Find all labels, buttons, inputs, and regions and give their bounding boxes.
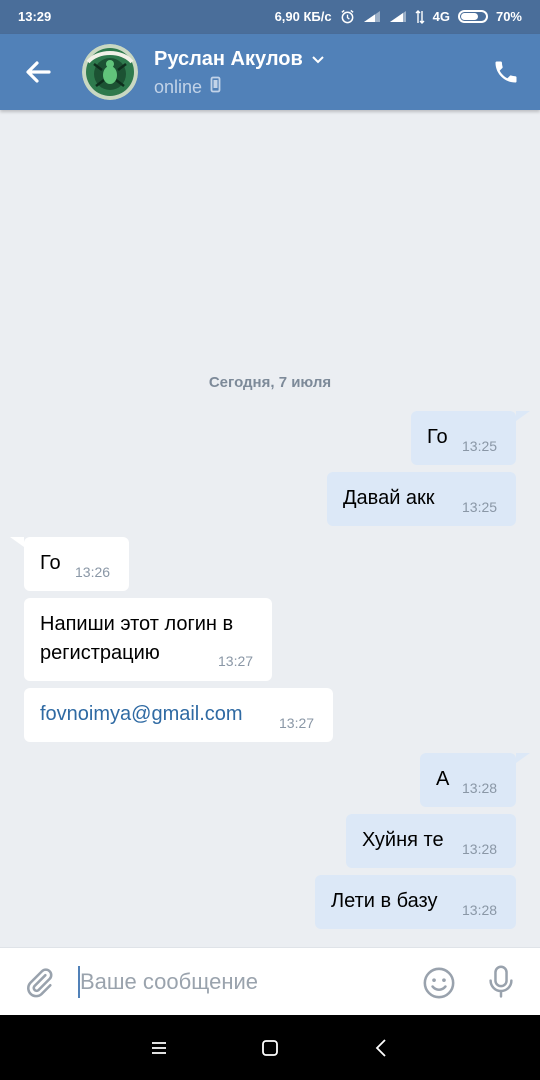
battery-level	[460, 13, 478, 20]
bubble-tail	[10, 537, 24, 547]
message-time: 13:28	[462, 780, 498, 796]
battery-percent: 70%	[495, 9, 522, 24]
status-bar: 13:29 6,90 КБ/с 4G 70%	[0, 0, 540, 34]
network-speed: 6,90 КБ/с	[274, 9, 332, 24]
contact-name-row[interactable]: Руслан Акулов	[154, 48, 325, 71]
alarm-icon	[340, 9, 355, 24]
date-separator: Сегодня, 7 июля	[208, 374, 332, 391]
message-bubble-incoming[interactable]: Напиши этот логин в регистрацию 13:27	[24, 598, 272, 681]
message-text: Го	[427, 426, 448, 448]
battery-icon	[457, 10, 488, 23]
contact-name[interactable]: Руслан Акулов	[154, 48, 303, 71]
message-text: Го	[40, 552, 61, 574]
message-text: Хуйня те	[362, 829, 444, 851]
message-text: Лети в базу	[331, 890, 438, 912]
message-bubble-outgoing[interactable]: Го 13:25	[411, 411, 516, 465]
message-composer	[0, 947, 540, 1015]
data-transfer-icon	[415, 9, 425, 24]
mobile-phone-icon	[210, 76, 221, 98]
message-text: Давай акк	[343, 487, 435, 509]
bubble-tail	[516, 753, 530, 763]
message-time: 13:28	[462, 841, 498, 857]
message-bubble-outgoing[interactable]: Лети в базу 13:28	[315, 875, 516, 929]
phone-icon[interactable]	[492, 58, 520, 86]
back-triangle-icon[interactable]	[369, 1035, 395, 1061]
message-text: А	[436, 768, 450, 790]
message-bubble-outgoing[interactable]: А 13:28	[420, 753, 516, 807]
contact-status-row: online	[154, 76, 221, 98]
signal-icon	[363, 10, 381, 23]
email-link[interactable]: fovnoimya@gmail.com	[40, 703, 243, 726]
message-text-line: Напиши этот логин в	[40, 613, 234, 635]
message-time: 13:25	[462, 438, 498, 454]
system-navigation-bar	[0, 1015, 540, 1080]
contact-status: online	[154, 76, 203, 97]
message-time: 13:26	[75, 564, 111, 580]
message-time: 13:28	[462, 902, 498, 918]
message-bubble-outgoing[interactable]: Хуйня те 13:28	[346, 814, 516, 868]
message-bubble-incoming[interactable]: Го 13:26	[24, 537, 129, 591]
message-text-line: регистрацию	[40, 642, 160, 664]
paperclip-icon[interactable]	[22, 966, 56, 1000]
menu-icon[interactable]	[146, 1035, 172, 1061]
home-square-icon[interactable]	[257, 1035, 283, 1061]
message-time: 13:25	[462, 499, 498, 515]
message-time: 13:27	[218, 653, 254, 669]
message-time: 13:27	[279, 715, 315, 731]
smiley-icon[interactable]	[422, 966, 456, 1000]
status-time: 13:29	[18, 9, 52, 24]
chat-header: Руслан Акулов online	[0, 34, 540, 110]
signal-icon	[389, 10, 407, 23]
message-bubble-incoming[interactable]: fovnoimya@gmail.com 13:27	[24, 688, 333, 742]
microphone-icon[interactable]	[484, 964, 518, 1000]
chevron-down-icon[interactable]	[311, 48, 325, 71]
arrow-left-icon[interactable]	[22, 58, 56, 86]
message-input[interactable]	[80, 964, 400, 1000]
bubble-tail	[516, 411, 530, 421]
message-bubble-outgoing[interactable]: Давай акк 13:25	[327, 472, 516, 526]
avatar[interactable]	[82, 44, 138, 100]
status-indicators: 6,90 КБ/с 4G 70%	[275, 9, 522, 24]
network-type: 4G	[432, 9, 450, 24]
